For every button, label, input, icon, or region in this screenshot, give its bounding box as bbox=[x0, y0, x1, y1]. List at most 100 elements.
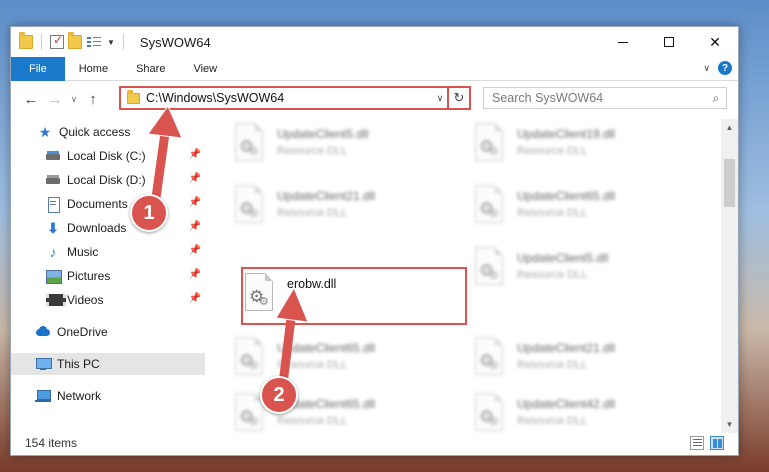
file-name: UpdateClient65.dll bbox=[517, 189, 616, 203]
sidebar-item-label: OneDrive bbox=[57, 325, 108, 339]
sidebar-item-label: Local Disk (D:) bbox=[67, 173, 146, 187]
ribbon-right-controls: ∨ ? bbox=[703, 61, 732, 75]
minimize-button[interactable] bbox=[600, 27, 646, 57]
details-view-icon[interactable] bbox=[690, 436, 704, 450]
cloud-icon bbox=[35, 325, 51, 339]
tab-view[interactable]: View bbox=[179, 57, 231, 81]
star-icon: ★ bbox=[38, 124, 52, 140]
customize-toolbar-chevron-icon[interactable]: ▼ bbox=[107, 38, 115, 47]
scroll-up-arrow-icon[interactable]: ▲ bbox=[721, 119, 738, 136]
pin-icon[interactable]: 📌 bbox=[189, 197, 201, 208]
dll-file-icon: ⚙ ⚙ bbox=[473, 123, 507, 163]
sidebar-item-pictures[interactable]: Pictures 📌 bbox=[11, 265, 205, 287]
file-tile[interactable]: ⚙ ⚙ UpdateClient19.dll Resource DLL bbox=[473, 123, 697, 167]
minimize-icon bbox=[618, 41, 628, 43]
sidebar-item-label: Local Disk (C:) bbox=[67, 149, 146, 163]
arrow-up-icon: ↑ bbox=[89, 90, 97, 108]
file-type: Resource DLL bbox=[517, 145, 588, 157]
pin-icon[interactable]: 📌 bbox=[189, 245, 201, 256]
tab-home[interactable]: Home bbox=[65, 57, 122, 81]
sidebar-item-this-pc[interactable]: This PC bbox=[11, 353, 205, 375]
search-box[interactable]: Search SysWOW64 ⌕ bbox=[483, 87, 727, 109]
ribbon-tabs: File Home Share View ∨ ? bbox=[11, 56, 738, 81]
expand-ribbon-chevron-icon[interactable]: ∨ bbox=[703, 63, 710, 74]
arrow-right-icon: → bbox=[47, 90, 63, 108]
file-type: Resource DLL bbox=[277, 207, 348, 219]
file-tile[interactable]: ⚙ ⚙ UpdateClient65.dll Resource DLL bbox=[473, 185, 697, 229]
file-name: UpdateClient19.dll bbox=[517, 127, 616, 141]
help-icon[interactable]: ? bbox=[718, 61, 732, 75]
tiles-view-icon[interactable] bbox=[710, 436, 724, 450]
file-type: Resource DLL bbox=[517, 269, 588, 281]
sidebar-item-music[interactable]: ♪ Music 📌 bbox=[11, 241, 205, 263]
step-2-badge: 2 bbox=[260, 376, 298, 414]
dll-file-icon: ⚙ ⚙ bbox=[233, 123, 267, 163]
file-tile[interactable]: ⚙ ⚙ UpdateClient21.dll Resource DLL bbox=[473, 337, 697, 381]
search-input[interactable]: Search SysWOW64 bbox=[492, 91, 706, 105]
close-button[interactable]: ✕ bbox=[692, 27, 738, 57]
pin-icon[interactable]: 📌 bbox=[189, 173, 201, 184]
toolbar-separator bbox=[41, 34, 42, 50]
navigation-bar: ← → ∨ ↑ C:\Windows\SysWOW64 ∨ ↻ Search S… bbox=[11, 81, 738, 117]
search-icon[interactable]: ⌕ bbox=[706, 91, 726, 106]
close-icon: ✕ bbox=[709, 33, 721, 50]
folder-icon bbox=[19, 32, 33, 49]
arrow-left-icon: ← bbox=[23, 90, 39, 108]
drive-icon bbox=[45, 173, 61, 187]
maximize-icon bbox=[664, 37, 674, 47]
sidebar-item-videos[interactable]: Videos 📌 bbox=[11, 289, 205, 311]
item-count: 154 items bbox=[25, 436, 78, 450]
maximize-button[interactable] bbox=[646, 27, 692, 57]
forward-button[interactable]: → bbox=[43, 87, 67, 111]
chevron-down-icon: ∨ bbox=[70, 93, 78, 104]
pin-icon[interactable]: 📌 bbox=[189, 293, 201, 304]
sidebar-item-network[interactable]: Network bbox=[11, 385, 205, 407]
sidebar-item-label: Pictures bbox=[67, 269, 111, 283]
file-name: UpdateClient5.dll bbox=[517, 251, 609, 265]
scrollbar-thumb[interactable] bbox=[724, 159, 735, 207]
address-history-chevron-icon[interactable]: ∨ bbox=[433, 93, 447, 104]
recent-locations-button[interactable]: ∨ bbox=[67, 87, 81, 111]
drive-icon bbox=[45, 149, 61, 163]
computer-icon bbox=[35, 357, 52, 371]
sidebar-item-label: Quick access bbox=[59, 125, 131, 139]
status-bar: 154 items bbox=[11, 431, 738, 455]
explorer-window: ▼ SysWOW64 ✕ File Home Share View ∨ ? ← … bbox=[10, 26, 739, 456]
vertical-scrollbar[interactable]: ▲ ▼ bbox=[721, 119, 738, 433]
folder-icon bbox=[127, 89, 140, 104]
dll-file-icon: ⚙ ⚙ bbox=[473, 185, 507, 225]
file-name: UpdateClient21.dll bbox=[517, 341, 616, 355]
address-path[interactable]: C:\Windows\SysWOW64 bbox=[146, 91, 433, 105]
step-1-badge: 1 bbox=[130, 194, 168, 232]
file-type: Resource DLL bbox=[517, 415, 588, 427]
properties-icon[interactable] bbox=[50, 33, 64, 49]
quick-access-toolbar: ▼ bbox=[19, 27, 128, 57]
view-options-icon[interactable] bbox=[86, 35, 102, 49]
network-icon bbox=[35, 389, 51, 403]
file-tile[interactable]: ⚙ ⚙ UpdateClient21.dll Resource DLL bbox=[233, 185, 457, 229]
dll-file-icon: ⚙ ⚙ bbox=[473, 247, 507, 287]
tab-file[interactable]: File bbox=[11, 56, 65, 81]
file-tile[interactable]: ⚙ ⚙ UpdateClient5.dll Resource DLL bbox=[473, 247, 697, 291]
new-folder-icon[interactable] bbox=[68, 32, 82, 49]
up-button[interactable]: ↑ bbox=[81, 87, 105, 111]
toolbar-separator bbox=[122, 34, 124, 50]
sidebar-item-label: Documents bbox=[67, 197, 128, 211]
file-name: UpdateClient21.dll bbox=[277, 189, 376, 203]
file-tile[interactable]: ⚙ ⚙ UpdateClient5.dll Resource DLL bbox=[233, 123, 457, 167]
documents-icon bbox=[45, 197, 61, 213]
back-button[interactable]: ← bbox=[19, 87, 43, 111]
file-tile[interactable]: ⚙ ⚙ UpdateClient42.dll Resource DLL bbox=[473, 393, 697, 433]
download-icon: ⬇ bbox=[47, 220, 59, 236]
sidebar-item-downloads[interactable]: ⬇ Downloads 📌 bbox=[11, 217, 205, 239]
tab-share[interactable]: Share bbox=[122, 57, 179, 81]
file-type: Resource DLL bbox=[277, 415, 348, 427]
pin-icon[interactable]: 📌 bbox=[189, 269, 201, 280]
sidebar-item-onedrive[interactable]: OneDrive bbox=[11, 321, 205, 343]
pin-icon[interactable]: 📌 bbox=[189, 221, 201, 232]
sidebar-item-label: This PC bbox=[57, 357, 100, 371]
file-type: Resource DLL bbox=[277, 145, 348, 157]
pin-icon[interactable]: 📌 bbox=[189, 149, 201, 160]
music-icon: ♪ bbox=[49, 244, 57, 260]
refresh-button[interactable]: ↻ bbox=[447, 88, 469, 108]
